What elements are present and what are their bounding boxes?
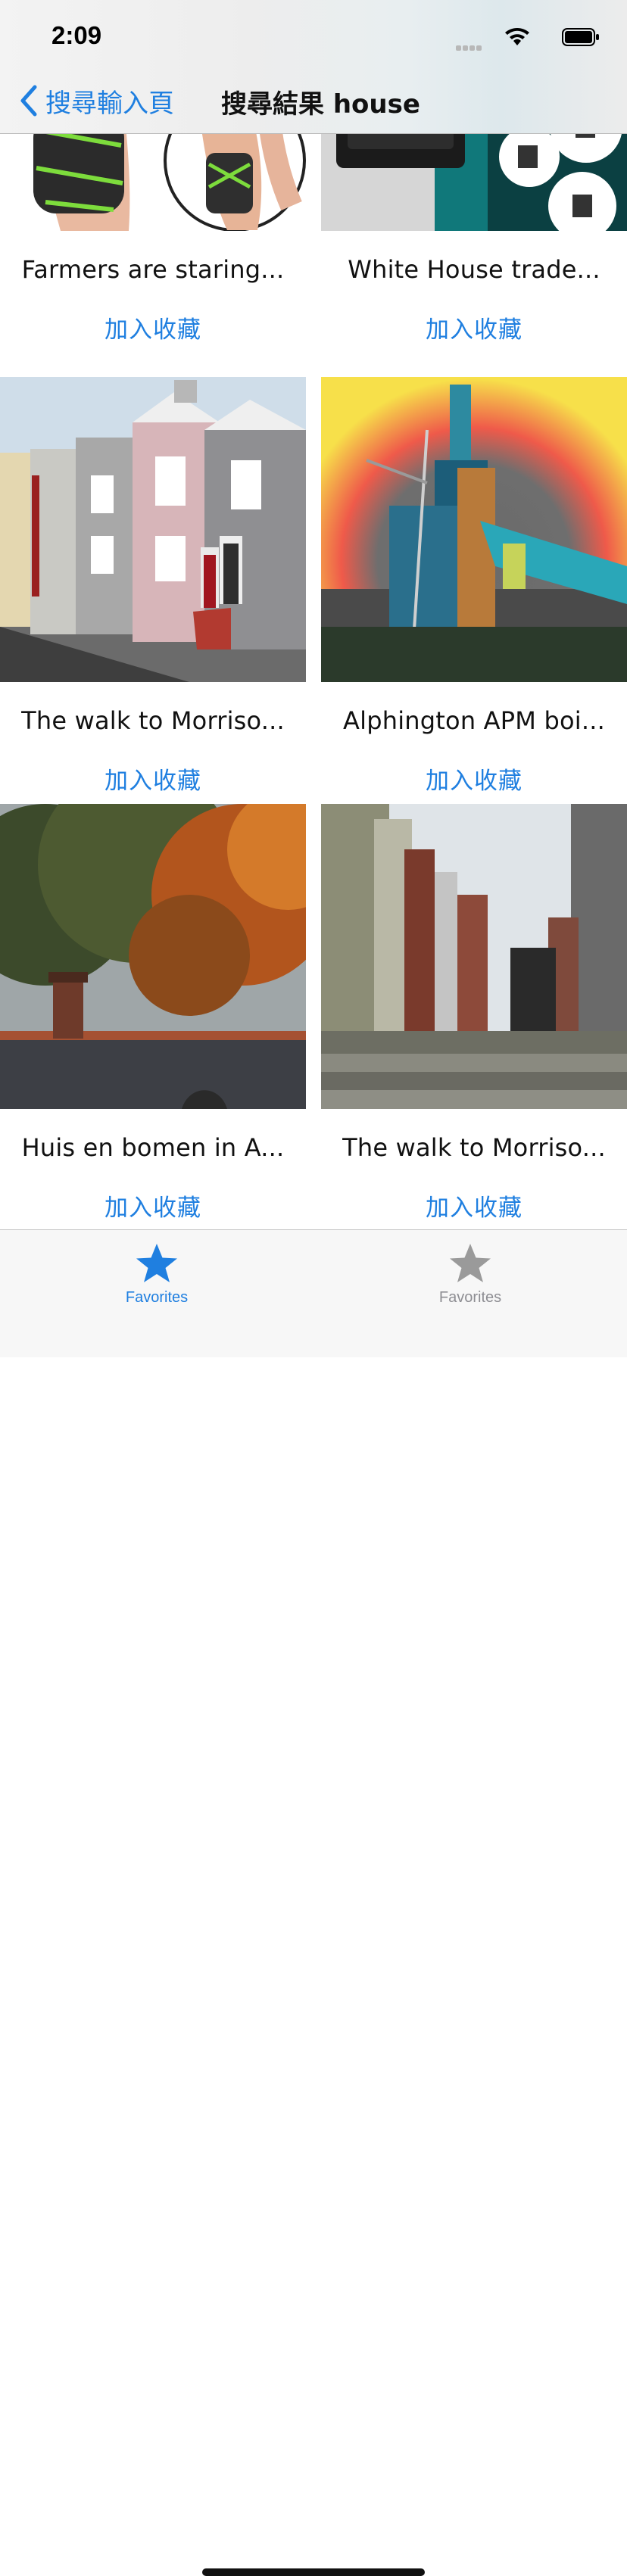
star-icon (136, 1244, 177, 1282)
add-favorite-button[interactable]: 加入收藏 (0, 308, 306, 346)
tab-bar: Favorites Favorites (0, 1229, 627, 2576)
home-indicator (202, 2568, 425, 2576)
add-favorite-button[interactable]: 加入收藏 (321, 1186, 627, 1224)
result-title: The walk to Morriso... (21, 706, 285, 735)
battery-icon (562, 28, 599, 46)
tab-favorites[interactable]: Favorites (81, 1235, 232, 1318)
result-image[interactable] (0, 804, 306, 1109)
back-button[interactable]: 搜尋輸入頁 (17, 82, 174, 120)
add-favorite-button[interactable]: 加入收藏 (321, 308, 627, 346)
navigation-bar: 2:09 搜尋輸入頁 搜尋結果 house (0, 0, 627, 134)
cellular-signal-icon (456, 39, 486, 51)
chevron-left-icon (20, 85, 37, 117)
tab-label: Favorites (438, 1289, 502, 1306)
result-card[interactable]: The walk to Morriso... 加入收藏 (321, 804, 627, 1231)
wifi-icon (505, 28, 529, 45)
tab-favorites-2[interactable]: Favorites (395, 1235, 546, 1318)
result-card[interactable]: The walk to Morriso... 加入收藏 (0, 377, 306, 804)
result-image[interactable] (0, 377, 306, 682)
result-title: Alphington APM boi... (343, 706, 605, 735)
back-label: 搜尋輸入頁 (45, 88, 174, 119)
result-card[interactable]: Alphington APM boi... 加入收藏 (321, 377, 627, 804)
add-favorite-button[interactable]: 加入收藏 (0, 759, 306, 797)
add-favorite-button[interactable]: 加入收藏 (0, 1186, 306, 1224)
result-card[interactable]: Huis en bomen in A... 加入收藏 (0, 804, 306, 1231)
status-time: 2:09 (51, 21, 102, 49)
star-icon (450, 1244, 491, 1282)
add-favorite-button[interactable]: 加入收藏 (321, 759, 627, 797)
result-image[interactable] (321, 804, 627, 1109)
result-title: White House trade... (348, 255, 600, 284)
page-title: 搜尋結果 house (221, 89, 420, 120)
result-title: Huis en bomen in A... (21, 1133, 285, 1162)
tab-label: Favorites (125, 1289, 189, 1306)
result-image[interactable] (321, 377, 627, 682)
results-grid[interactable]: Farmers are staring... 加入收藏 White House … (0, 0, 627, 1357)
result-title: Farmers are staring... (21, 255, 285, 284)
result-title: The walk to Morriso... (342, 1133, 606, 1162)
